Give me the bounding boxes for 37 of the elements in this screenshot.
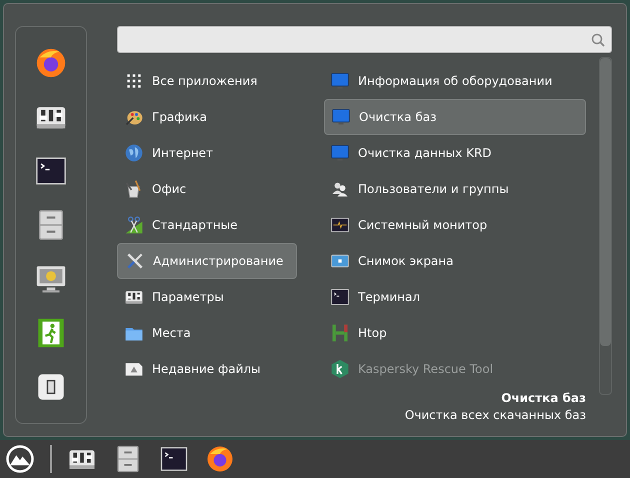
application-item[interactable]: Информация об оборудовании [324,63,586,99]
application-item[interactable]: Htop [324,315,586,351]
monitor-icon [331,107,351,127]
application-item[interactable]: Системный монитор [324,207,586,243]
mountain-logo-icon [5,444,35,474]
hexagon-k-icon [330,359,350,379]
application-item[interactable]: Снимок экрана [324,243,586,279]
description-title: Очистка баз [501,390,586,407]
monitor-icon [330,143,350,163]
category-item[interactable]: Администрирование [117,243,297,279]
application-item[interactable]: Очистка баз [324,99,586,135]
category-item[interactable]: Недавние файлы [117,351,297,387]
category-item[interactable]: Офис [117,171,297,207]
application-item[interactable]: Терминал [324,279,586,315]
fox-globe-icon [34,46,68,80]
application-item[interactable]: Очистка данных KRD [324,135,586,171]
category-item[interactable]: Параметры [117,279,297,315]
category-item[interactable]: Все приложения [117,63,297,99]
search-field[interactable] [117,26,612,53]
menu-button[interactable] [4,443,36,475]
category-item[interactable]: Интернет [117,135,297,171]
wrench-screwdriver-icon [125,251,145,271]
category-item[interactable]: Графика [117,99,297,135]
scissors-ruler-icon [124,215,144,235]
pulse-monitor-icon [330,215,350,235]
description-text: Очистка всех скачанных баз [404,407,586,424]
category-item[interactable]: Места [117,315,297,351]
htop-icon [330,323,350,343]
monitor-icon [330,71,350,91]
fox-globe-icon [205,444,235,474]
scrollbar[interactable] [599,57,612,395]
application-item[interactable]: Пользователи и группы [324,171,586,207]
terminal-icon [330,287,350,307]
globe-icon [124,143,144,163]
terminal-icon [159,444,189,474]
search-icon [591,32,605,46]
category-item[interactable]: Стандартные [117,207,297,243]
